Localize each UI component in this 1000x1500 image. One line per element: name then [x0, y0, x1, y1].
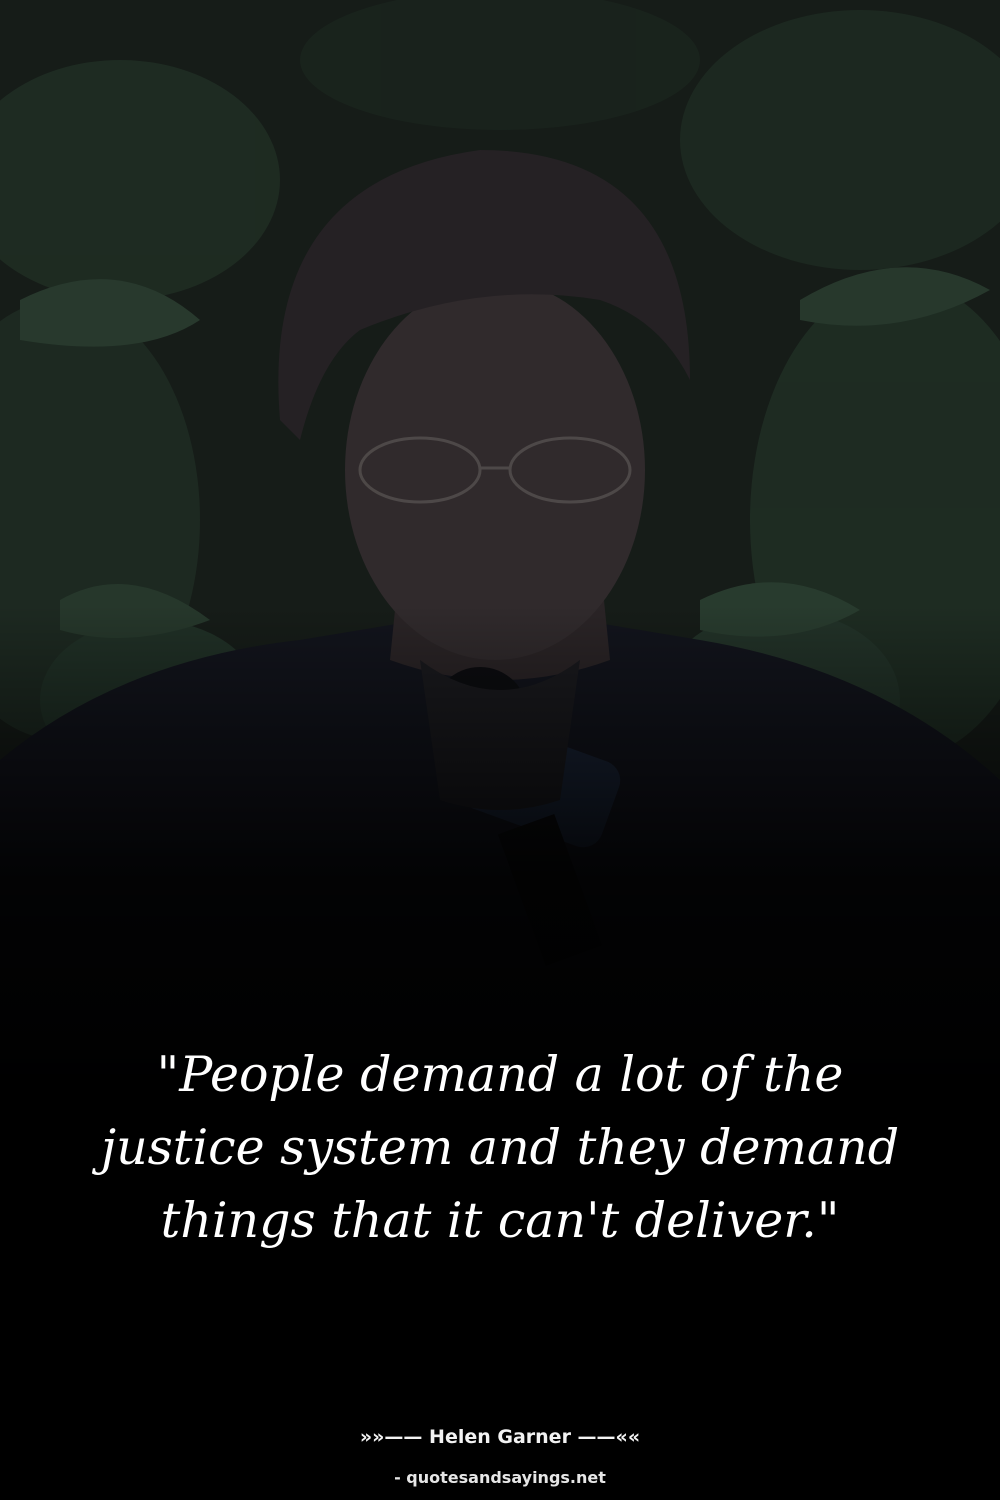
quote-text: "People demand a lot of the justice syst… — [100, 1046, 900, 1249]
bottom-fade-overlay — [0, 0, 1000, 1100]
author-attribution: »»—— Helen Garner ——«« — [359, 1426, 641, 1448]
source-watermark: - quotesandsayings.net — [394, 1468, 606, 1487]
